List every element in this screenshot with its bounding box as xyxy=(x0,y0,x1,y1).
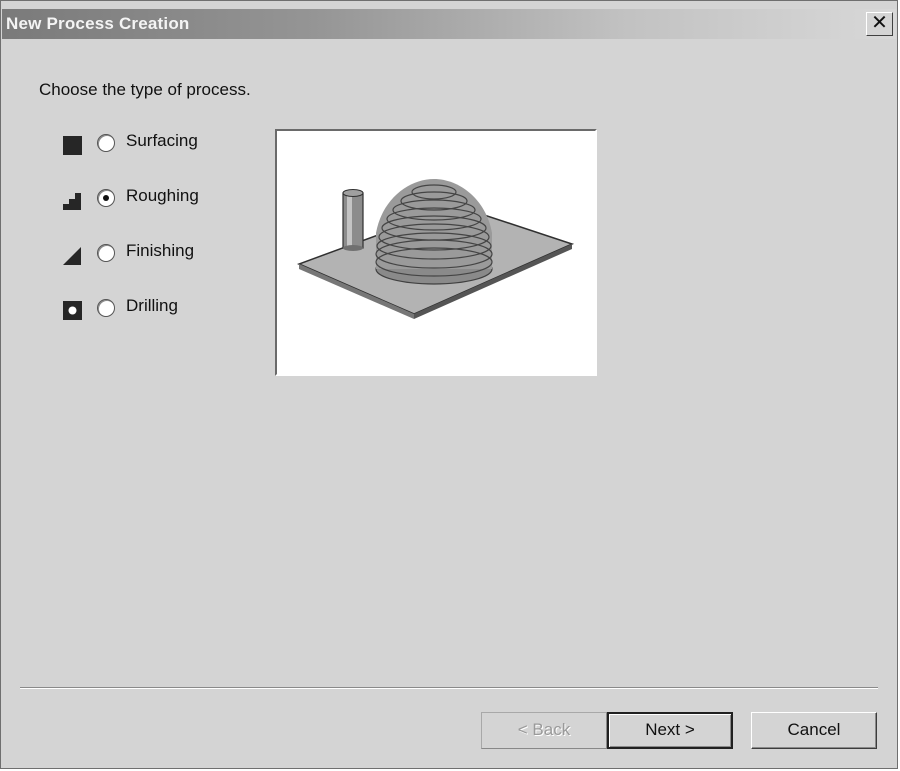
option-finishing[interactable]: Finishing xyxy=(61,238,251,268)
radio-surfacing[interactable] xyxy=(97,134,115,152)
title-bar[interactable]: New Process Creation ✕ xyxy=(2,9,896,39)
option-label: Finishing xyxy=(126,241,195,260)
window-title: New Process Creation xyxy=(6,14,190,33)
option-label: Surfacing xyxy=(126,131,198,150)
separator xyxy=(20,687,878,689)
next-button[interactable]: Next > xyxy=(607,712,733,749)
prompt-text: Choose the type of process. xyxy=(39,80,251,99)
radio-drilling[interactable] xyxy=(97,299,115,317)
option-surfacing[interactable]: Surfacing xyxy=(61,128,251,158)
option-roughing[interactable]: Roughing xyxy=(61,183,251,213)
process-preview xyxy=(275,129,597,376)
new-process-dialog: New Process Creation ✕ Choose the type o… xyxy=(0,0,898,769)
drilling-icon xyxy=(63,301,82,320)
roughing-preview-illustration xyxy=(296,179,575,319)
radio-roughing[interactable] xyxy=(97,189,115,207)
radio-selected-dot xyxy=(103,195,109,201)
cancel-button[interactable]: Cancel xyxy=(751,712,877,749)
surfacing-icon xyxy=(63,136,82,155)
option-label: Drilling xyxy=(126,296,178,315)
radio-finishing[interactable] xyxy=(97,244,115,262)
option-drilling[interactable]: Drilling xyxy=(61,293,251,323)
option-label: Roughing xyxy=(126,186,199,205)
close-button[interactable]: ✕ xyxy=(866,12,893,36)
back-button[interactable]: < Back xyxy=(481,712,607,749)
roughing-icon xyxy=(63,193,81,210)
finishing-icon xyxy=(63,247,81,265)
